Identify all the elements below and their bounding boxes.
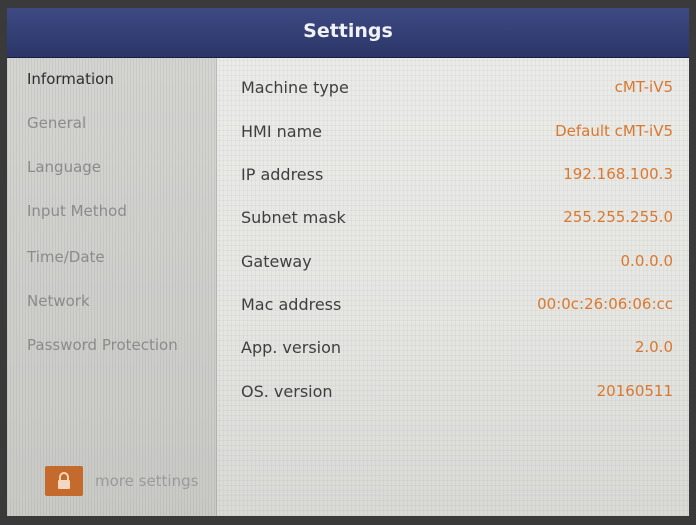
- info-label: IP address: [241, 165, 324, 184]
- info-label: Mac address: [241, 295, 342, 314]
- info-value: 2.0.0: [634, 338, 673, 356]
- info-value: 0.0.0.0: [620, 252, 673, 270]
- info-value: cMT-iV5: [614, 78, 673, 96]
- settings-screen: Settings Information General Language In…: [7, 8, 689, 516]
- info-value: Default cMT-iV5: [555, 122, 673, 140]
- sidebar-item-time-date[interactable]: Time/Date: [27, 248, 105, 266]
- info-row-hmi-name: HMI name Default cMT-iV5: [241, 120, 673, 148]
- info-row-machine-type: Machine type cMT-iV5: [241, 76, 673, 104]
- info-value: 00:0c:26:06:06:cc: [537, 295, 673, 313]
- window-title: Settings: [303, 20, 393, 42]
- info-label: Gateway: [241, 252, 312, 271]
- info-value: 20160511: [596, 382, 673, 400]
- info-row-mac-address: Mac address 00:0c:26:06:06:cc: [241, 293, 673, 321]
- sidebar-item-general[interactable]: General: [27, 114, 86, 132]
- sidebar-item-information[interactable]: Information: [27, 70, 114, 88]
- info-label: HMI name: [241, 122, 323, 141]
- info-label: Subnet mask: [241, 208, 346, 227]
- info-row-os-version: OS. version 20160511: [241, 380, 673, 408]
- info-value: 255.255.255.0: [563, 208, 673, 226]
- sidebar-item-network[interactable]: Network: [27, 292, 90, 310]
- sidebar-item-password-protection[interactable]: Password Protection: [27, 336, 178, 354]
- info-value: 192.168.100.3: [563, 165, 673, 183]
- info-label: Machine type: [241, 78, 349, 97]
- info-row-gateway: Gateway 0.0.0.0: [241, 250, 673, 278]
- sidebar-item-language[interactable]: Language: [27, 158, 101, 176]
- info-row-ip-address: IP address 192.168.100.3: [241, 163, 673, 191]
- sidebar-item-input-method[interactable]: Input Method: [27, 202, 127, 220]
- lock-button[interactable]: [45, 466, 83, 496]
- info-label: OS. version: [241, 382, 333, 401]
- lock-icon: [58, 472, 70, 489]
- info-row-app-version: App. version 2.0.0: [241, 336, 673, 364]
- more-settings-button[interactable]: more settings: [45, 466, 215, 496]
- info-label: App. version: [241, 338, 342, 357]
- sidebar: Information General Language Input Metho…: [7, 58, 217, 516]
- more-settings-label: more settings: [95, 472, 199, 490]
- info-row-subnet-mask: Subnet mask 255.255.255.0: [241, 206, 673, 234]
- title-bar: Settings: [7, 8, 689, 58]
